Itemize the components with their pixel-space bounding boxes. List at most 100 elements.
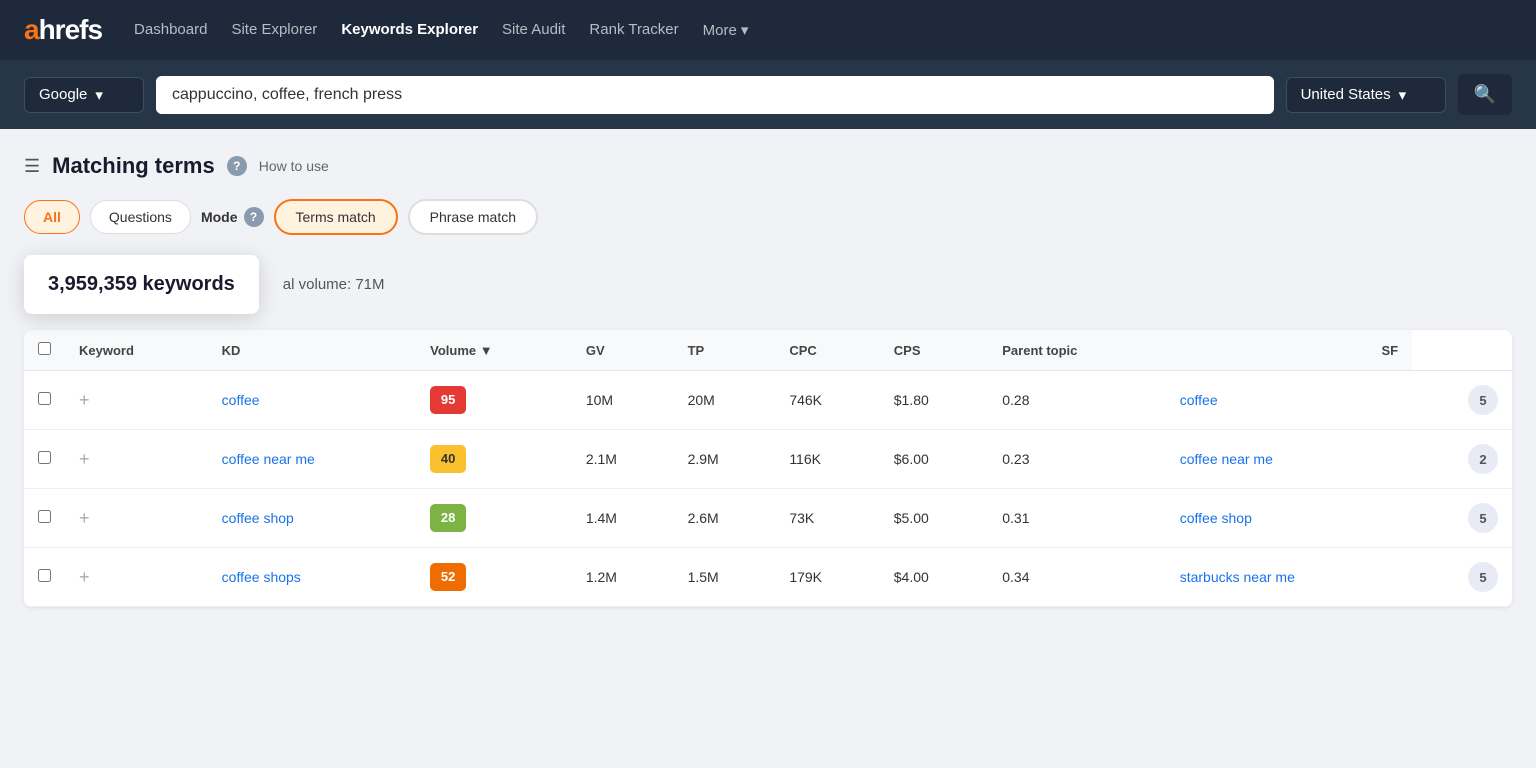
nav-dashboard[interactable]: Dashboard bbox=[134, 21, 207, 38]
tp-cell: 116K bbox=[775, 430, 879, 489]
tp-cell: 179K bbox=[775, 548, 879, 607]
row-add-cell: + bbox=[65, 489, 208, 548]
row-checkbox[interactable] bbox=[38, 510, 51, 523]
page-title: Matching terms bbox=[52, 153, 215, 179]
th-cps: CPS bbox=[880, 330, 988, 371]
row-checkbox-cell bbox=[24, 371, 65, 430]
results-table: Keyword KD Volume ▼ GV TP CPC CPS Parent… bbox=[24, 330, 1512, 607]
cps-cell: 0.28 bbox=[988, 371, 1165, 430]
parent-topic-link[interactable]: starbucks near me bbox=[1180, 569, 1295, 585]
row-checkbox[interactable] bbox=[38, 392, 51, 405]
main-content: ☰ Matching terms ? How to use All Questi… bbox=[0, 129, 1536, 631]
cps-cell: 0.34 bbox=[988, 548, 1165, 607]
cpc-cell: $1.80 bbox=[880, 371, 988, 430]
search-button[interactable]: 🔍 bbox=[1458, 74, 1512, 115]
country-label: United States bbox=[1301, 86, 1391, 103]
row-checkbox-cell bbox=[24, 548, 65, 607]
keyword-cell: coffee bbox=[208, 371, 416, 430]
table-row: +coffee9510M20M746K$1.800.28coffee5 bbox=[24, 371, 1512, 430]
logo-a: a bbox=[24, 14, 39, 46]
parent-topic-cell: coffee near me bbox=[1166, 430, 1412, 489]
tab-phrase-match[interactable]: Phrase match bbox=[408, 199, 538, 235]
mode-label: Mode ? bbox=[201, 207, 264, 227]
row-checkbox[interactable] bbox=[38, 569, 51, 582]
th-tp: TP bbox=[674, 330, 776, 371]
stats-row: 3,959,359 keywords al volume: 71M bbox=[24, 255, 1512, 314]
keyword-link[interactable]: coffee shop bbox=[222, 510, 294, 526]
cpc-cell: $6.00 bbox=[880, 430, 988, 489]
kd-cell: 95 bbox=[416, 371, 572, 430]
country-select[interactable]: United States ▾ bbox=[1286, 77, 1446, 113]
add-keyword-button[interactable]: + bbox=[79, 450, 90, 468]
select-all-checkbox[interactable] bbox=[38, 342, 51, 355]
add-keyword-button[interactable]: + bbox=[79, 509, 90, 527]
kd-cell: 28 bbox=[416, 489, 572, 548]
parent-topic-link[interactable]: coffee shop bbox=[1180, 510, 1252, 526]
logo[interactable]: ahrefs bbox=[24, 14, 102, 46]
sf-cell: 5 bbox=[1412, 489, 1512, 548]
search-icon: 🔍 bbox=[1474, 84, 1496, 104]
tp-cell: 746K bbox=[775, 371, 879, 430]
kd-cell: 40 bbox=[416, 430, 572, 489]
country-chevron-icon: ▾ bbox=[1399, 86, 1407, 104]
nav-keywords-explorer[interactable]: Keywords Explorer bbox=[341, 21, 478, 38]
tab-terms-match[interactable]: Terms match bbox=[274, 199, 398, 235]
kd-badge: 40 bbox=[430, 445, 466, 473]
sf-badge: 5 bbox=[1468, 562, 1498, 592]
volume-sort-icon: ▼ bbox=[480, 343, 493, 358]
nav-more-button[interactable]: More ▾ bbox=[703, 21, 749, 39]
keyword-cell: coffee shop bbox=[208, 489, 416, 548]
cpc-cell: $5.00 bbox=[880, 489, 988, 548]
th-kd: KD bbox=[208, 330, 416, 371]
volume-cell: 10M bbox=[572, 371, 674, 430]
volume-cell: 1.4M bbox=[572, 489, 674, 548]
engine-select[interactable]: Google ▾ bbox=[24, 77, 144, 113]
keyword-link[interactable]: coffee bbox=[222, 392, 260, 408]
engine-label: Google bbox=[39, 86, 87, 103]
kd-badge: 52 bbox=[430, 563, 466, 591]
kd-cell: 52 bbox=[416, 548, 572, 607]
sf-badge: 5 bbox=[1468, 385, 1498, 415]
cps-cell: 0.23 bbox=[988, 430, 1165, 489]
th-gv: GV bbox=[572, 330, 674, 371]
keyword-link[interactable]: coffee near me bbox=[222, 451, 315, 467]
page-header: ☰ Matching terms ? How to use bbox=[24, 153, 1512, 179]
total-volume-label: al volume: 71M bbox=[283, 276, 385, 293]
keyword-link[interactable]: coffee shops bbox=[222, 569, 301, 585]
keyword-cell: coffee shops bbox=[208, 548, 416, 607]
engine-chevron-icon: ▾ bbox=[95, 86, 103, 104]
help-icon[interactable]: ? bbox=[227, 156, 247, 176]
parent-topic-link[interactable]: coffee bbox=[1180, 392, 1218, 408]
kd-badge: 95 bbox=[430, 386, 466, 414]
row-add-cell: + bbox=[65, 430, 208, 489]
how-to-use-link[interactable]: How to use bbox=[259, 158, 329, 174]
th-volume[interactable]: Volume ▼ bbox=[416, 330, 572, 371]
parent-topic-link[interactable]: coffee near me bbox=[1180, 451, 1273, 467]
sf-badge: 2 bbox=[1468, 444, 1498, 474]
parent-topic-cell: coffee bbox=[1166, 371, 1412, 430]
sf-cell: 5 bbox=[1412, 371, 1512, 430]
row-checkbox-cell bbox=[24, 489, 65, 548]
logo-rest: hrefs bbox=[39, 14, 102, 46]
mode-help-icon[interactable]: ? bbox=[244, 207, 264, 227]
volume-cell: 1.2M bbox=[572, 548, 674, 607]
table-row: +coffee near me402.1M2.9M116K$6.000.23co… bbox=[24, 430, 1512, 489]
add-keyword-button[interactable]: + bbox=[79, 568, 90, 586]
nav-site-audit[interactable]: Site Audit bbox=[502, 21, 565, 38]
tp-cell: 73K bbox=[775, 489, 879, 548]
hamburger-icon[interactable]: ☰ bbox=[24, 156, 40, 177]
tab-all[interactable]: All bbox=[24, 200, 80, 234]
th-keyword: Keyword bbox=[65, 330, 208, 371]
row-checkbox[interactable] bbox=[38, 451, 51, 464]
keywords-count: 3,959,359 keywords bbox=[48, 273, 235, 295]
search-input[interactable] bbox=[156, 76, 1274, 114]
search-input-container bbox=[156, 76, 1274, 114]
table-row: +coffee shop281.4M2.6M73K$5.000.31coffee… bbox=[24, 489, 1512, 548]
nav-rank-tracker[interactable]: Rank Tracker bbox=[589, 21, 678, 38]
tab-questions[interactable]: Questions bbox=[90, 200, 191, 234]
parent-topic-cell: starbucks near me bbox=[1166, 548, 1412, 607]
nav-site-explorer[interactable]: Site Explorer bbox=[231, 21, 317, 38]
keyword-cell: coffee near me bbox=[208, 430, 416, 489]
add-keyword-button[interactable]: + bbox=[79, 391, 90, 409]
th-cpc: CPC bbox=[775, 330, 879, 371]
